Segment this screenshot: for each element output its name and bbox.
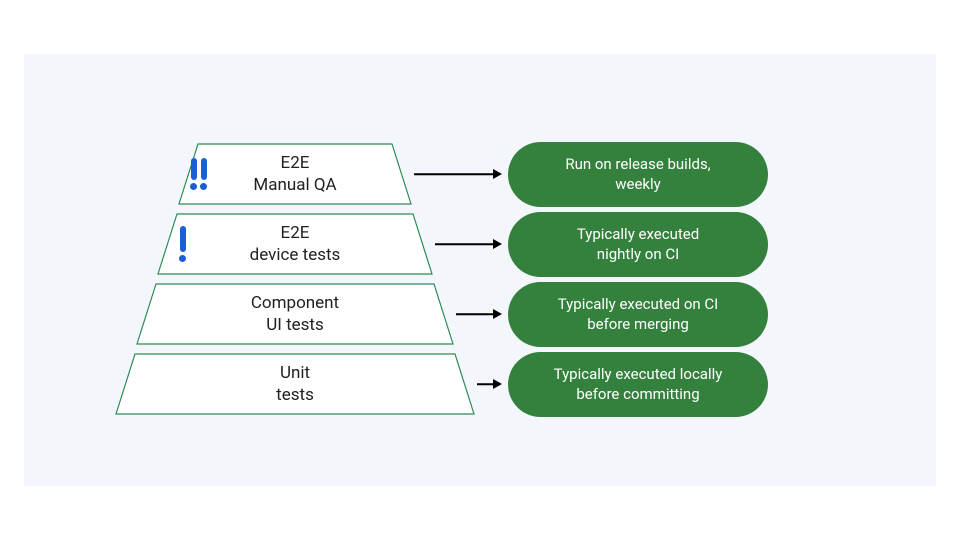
trapezoid-label: Unit tests <box>276 362 314 406</box>
label-line: E2E <box>253 152 336 174</box>
pyramid-row-unit: Unit tests Typically executed locally be… <box>115 352 768 417</box>
label-line: device tests <box>250 244 341 266</box>
pyramid-row-e2e-manual: E2E Manual QA Run on release builds, wee… <box>178 142 768 207</box>
arrow-icon <box>435 243 502 245</box>
label-line: Unit <box>276 362 314 384</box>
trapezoid-unit: Unit tests <box>115 353 475 415</box>
desc-line: Run on release builds, <box>532 154 744 174</box>
label-line: E2E <box>250 222 341 244</box>
label-line: tests <box>276 384 314 406</box>
trapezoid-e2e-device: E2E device tests <box>157 213 433 275</box>
pyramid-row-component: Component UI tests Typically executed on… <box>136 282 768 347</box>
pyramid-row-e2e-device: E2E device tests Typically executed nigh… <box>157 212 768 277</box>
desc-line: nightly on CI <box>532 244 744 264</box>
description-pill: Typically executed on CI before merging <box>508 282 768 347</box>
desc-line: Typically executed on CI <box>532 294 744 314</box>
label-line: Manual QA <box>253 174 336 196</box>
trapezoid-label: E2E device tests <box>250 222 341 266</box>
arrow-icon <box>477 383 502 385</box>
description-pill: Typically executed locally before commit… <box>508 352 768 417</box>
desc-line: Typically executed <box>532 224 744 244</box>
trapezoid-label: E2E Manual QA <box>253 152 336 196</box>
label-line: UI tests <box>251 314 339 336</box>
diagram-canvas: E2E Manual QA Run on release builds, wee… <box>24 54 936 486</box>
description-pill: Typically executed nightly on CI <box>508 212 768 277</box>
trapezoid-e2e-manual: E2E Manual QA <box>178 143 412 205</box>
trapezoid-component: Component UI tests <box>136 283 454 345</box>
arrow-icon <box>456 313 502 315</box>
desc-line: Typically executed locally <box>532 364 744 384</box>
desc-line: weekly <box>532 174 744 194</box>
emphasis-double-icon <box>190 158 207 190</box>
emphasis-single-icon <box>179 226 186 262</box>
arrow-icon <box>414 173 502 175</box>
description-pill: Run on release builds, weekly <box>508 142 768 207</box>
desc-line: before committing <box>532 384 744 404</box>
label-line: Component <box>251 292 339 314</box>
desc-line: before merging <box>532 314 744 334</box>
trapezoid-label: Component UI tests <box>251 292 339 336</box>
